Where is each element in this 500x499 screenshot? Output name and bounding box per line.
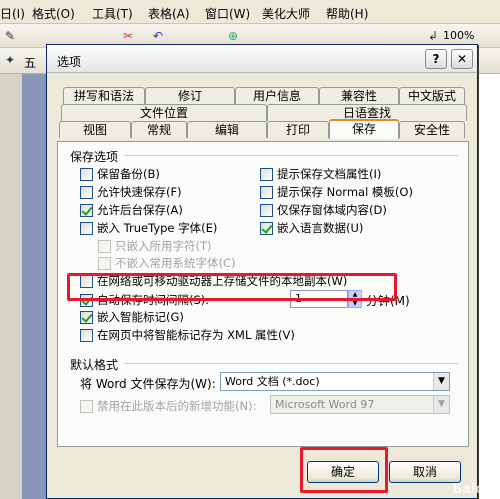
embed-smart-tags-label: 嵌入智能标记(G) <box>97 310 184 324</box>
tab-chinese-layout[interactable]: 中文版式 <box>399 87 465 104</box>
options-dialog: 选项 ? ✕ 拼写和语法 修订 用户信息 兼容性 中文版式 文件位置 日语查找 … <box>46 44 478 499</box>
save-options-divider <box>124 155 458 156</box>
fast-save-option[interactable]: 允许快速保存(F) <box>80 184 182 200</box>
save-as-select[interactable]: Word 文档 (*.doc) ▼ <box>220 372 450 391</box>
keep-backup-option[interactable]: 保留备份(B) <box>80 166 160 182</box>
spin-down-icon[interactable]: ▼ <box>348 299 362 308</box>
vertical-ruler <box>0 74 22 499</box>
embed-used-chars-label: 只嵌入所用字符(T) <box>115 239 212 253</box>
tab-security[interactable]: 安全性 <box>399 121 465 138</box>
xml-smart-tags-checkbox[interactable] <box>80 328 93 342</box>
close-button[interactable]: ✕ <box>451 49 473 69</box>
spellcheck-icon[interactable]: ✎ <box>2 28 18 44</box>
autosave-label: 自动保存时间间隔(S): <box>97 293 210 307</box>
tab-view[interactable]: 视图 <box>59 121 131 138</box>
form-data-only-checkbox[interactable] <box>260 203 273 217</box>
tab-compatibility[interactable]: 兼容性 <box>319 87 399 104</box>
form-data-only-label: 仅保存窗体域内容(D) <box>277 203 387 217</box>
menu-format[interactable]: 格式(O) <box>32 5 75 22</box>
tab-file-locations[interactable]: 文件位置 <box>61 104 267 121</box>
save-as-label: 将 Word 文件保存为(W): <box>80 377 216 391</box>
save-as-value: Word 文档 (*.doc) <box>225 375 320 388</box>
tab-user-info[interactable]: 用户信息 <box>235 87 319 104</box>
background-save-checkbox[interactable] <box>80 203 93 217</box>
embed-language-data-label: 嵌入语言数据(U) <box>277 221 364 235</box>
embed-language-data-option[interactable]: 嵌入语言数据(U) <box>260 220 363 236</box>
prompt-doc-properties-label: 提示保存文档属性(I) <box>277 167 382 181</box>
prompt-normal-template-label: 提示保存 Normal 模板(O) <box>277 185 413 199</box>
menu-table[interactable]: 表格(A) <box>148 5 190 22</box>
tab-spelling-grammar[interactable]: 拼写和语法 <box>63 87 145 104</box>
no-common-fonts-option[interactable]: 不嵌入常用系统字体(C) <box>98 255 236 271</box>
prompt-doc-properties-checkbox[interactable] <box>260 167 273 181</box>
menu-beautify[interactable]: 美化大师 <box>262 5 310 22</box>
keep-backup-checkbox[interactable] <box>80 167 93 181</box>
autosave-unit-label: 分钟(M) <box>366 294 410 308</box>
disable-features-checkbox[interactable] <box>80 399 93 413</box>
spin-up-icon[interactable]: ▲ <box>348 290 362 299</box>
tab-general[interactable]: 常规 <box>131 121 187 138</box>
embed-smart-tags-checkbox[interactable] <box>80 310 93 324</box>
tab-track-changes[interactable]: 修订 <box>145 87 235 104</box>
prompt-doc-properties-option[interactable]: 提示保存文档属性(I) <box>260 166 381 182</box>
prompt-normal-template-checkbox[interactable] <box>260 185 273 199</box>
background-save-label: 允许后台保存(A) <box>97 203 183 217</box>
chevron-down-icon[interactable]: ▼ <box>433 396 449 413</box>
autosave-minutes-input[interactable]: 1 <box>290 290 348 308</box>
no-common-fonts-checkbox[interactable] <box>98 256 111 270</box>
disable-features-value: Microsoft Word 97 <box>275 398 375 411</box>
local-copy-checkbox[interactable] <box>80 274 93 288</box>
xml-smart-tags-label: 在网页中将智能标记存为 XML 属性(V) <box>97 328 295 342</box>
embed-used-chars-checkbox[interactable] <box>98 239 111 253</box>
embed-smart-tags-option[interactable]: 嵌入智能标记(G) <box>80 309 184 325</box>
xml-smart-tags-option[interactable]: 在网页中将智能标记存为 XML 属性(V) <box>80 327 295 343</box>
font-size-box[interactable]: 五 <box>24 54 36 71</box>
embed-truetype-option[interactable]: 嵌入 TrueType 字体(E) <box>80 220 217 236</box>
save-options-heading: 保存选项 <box>70 150 119 164</box>
no-common-fonts-label: 不嵌入常用系统字体(C) <box>115 256 236 270</box>
tab-edit[interactable]: 编辑 <box>187 121 267 138</box>
redo-icon[interactable]: ↲ <box>425 28 441 44</box>
fast-save-label: 允许快速保存(F) <box>97 185 182 199</box>
autosave-checkbox[interactable] <box>80 293 93 307</box>
save-tab-panel: 保存选项 保留备份(B) 允许快速保存(F) 允许后台保存(A) 嵌入 True… <box>57 141 469 447</box>
style-icon[interactable]: ✦ <box>2 52 18 68</box>
background-save-option[interactable]: 允许后台保存(A) <box>80 202 183 218</box>
prompt-normal-template-option[interactable]: 提示保存 Normal 模板(O) <box>260 184 413 200</box>
hyperlink-icon[interactable]: ⊕ <box>225 28 241 44</box>
form-data-only-option[interactable]: 仅保存窗体域内容(D) <box>260 202 387 218</box>
cut-icon[interactable]: ✂ <box>120 28 136 44</box>
embed-truetype-checkbox[interactable] <box>80 221 93 235</box>
menu-help[interactable]: 帮助(H) <box>326 5 368 22</box>
menu-tools[interactable]: 工具(T) <box>92 5 133 22</box>
cancel-button[interactable]: 取消 <box>389 461 461 483</box>
help-button[interactable]: ? <box>425 49 447 69</box>
local-copy-option[interactable]: 在网络或可移动驱动器上存储文件的本地副本(W) <box>80 273 347 289</box>
autosave-spinner[interactable]: ▲ ▼ <box>348 290 362 308</box>
tab-print[interactable]: 打印 <box>267 121 329 138</box>
menu-bar: 日(I) 格式(O) 工具(T) 表格(A) 窗口(W) 美化大师 帮助(H) <box>0 0 500 24</box>
embed-used-chars-option[interactable]: 只嵌入所用字符(T) <box>98 238 212 254</box>
disable-features-option[interactable]: 禁用在此版本后的新增功能(N): <box>80 398 256 414</box>
default-format-divider <box>124 363 458 364</box>
disable-features-select[interactable]: Microsoft Word 97 ▼ <box>270 395 450 414</box>
chevron-down-icon[interactable]: ▼ <box>433 373 449 390</box>
local-copy-label: 在网络或可移动驱动器上存储文件的本地副本(W) <box>97 274 348 288</box>
menu-view[interactable]: 日(I) <box>0 5 25 22</box>
dialog-title: 选项 <box>57 55 82 69</box>
disable-features-label: 禁用在此版本后的新增功能(N): <box>97 399 257 413</box>
undo-icon[interactable]: ↶ <box>150 28 166 44</box>
autosave-option[interactable]: 自动保存时间间隔(S): <box>80 292 209 308</box>
watermark: Baidu <box>452 482 494 497</box>
keep-backup-label: 保留备份(B) <box>97 167 160 181</box>
menu-window[interactable]: 窗口(W) <box>205 5 250 22</box>
tab-save[interactable]: 保存 <box>329 119 399 139</box>
fast-save-checkbox[interactable] <box>80 185 93 199</box>
dialog-titlebar: 选项 ? ✕ <box>47 45 477 73</box>
ok-button[interactable]: 确定 <box>307 461 379 483</box>
default-format-heading: 默认格式 <box>70 358 119 372</box>
embed-language-data-checkbox[interactable] <box>260 221 273 235</box>
embed-truetype-label: 嵌入 TrueType 字体(E) <box>97 221 218 235</box>
zoom-level[interactable]: 100% <box>443 29 474 42</box>
